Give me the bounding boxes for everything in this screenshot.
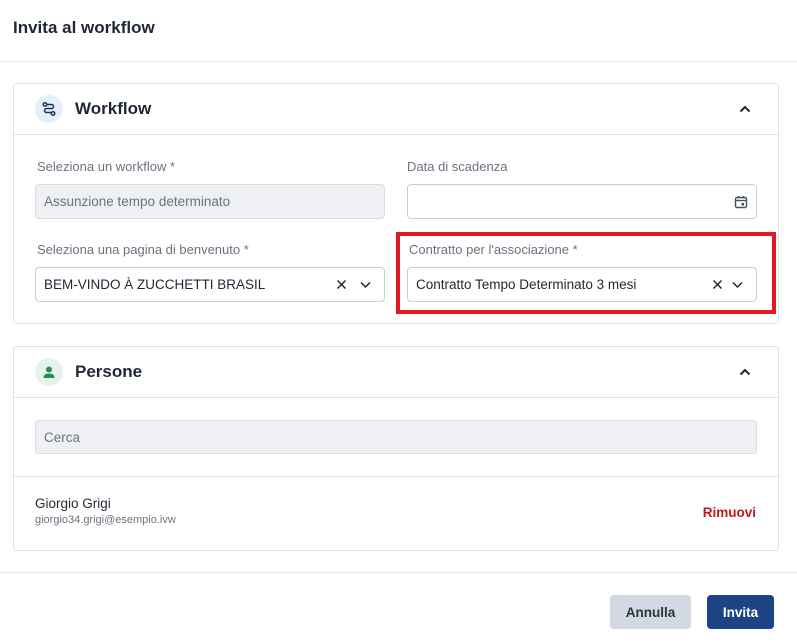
select-workflow-value: Assunzione tempo determinato <box>44 194 231 209</box>
welcome-page-value: BEM-VINDO À ZUCCHETTI BRASIL <box>44 277 266 292</box>
collapse-workflow-icon[interactable] <box>738 102 752 116</box>
invite-button[interactable]: Invita <box>707 595 774 629</box>
cancel-button[interactable]: Annulla <box>610 595 691 629</box>
header-divider <box>0 61 797 62</box>
workflow-section-title: Workflow <box>75 99 152 118</box>
people-section-title: Persone <box>75 362 143 381</box>
workflow-card-header[interactable]: Workflow <box>14 84 778 135</box>
remove-person-button[interactable]: Rimuovi <box>703 505 756 520</box>
chevron-down-icon[interactable] <box>359 278 372 291</box>
contract-highlight-box <box>396 232 776 314</box>
person-name: Giorgio Grigi <box>35 496 111 511</box>
dialog-title: Invita al workflow <box>13 18 155 37</box>
select-workflow-field: Assunzione tempo determinato <box>35 184 385 219</box>
people-list-divider <box>14 476 778 477</box>
welcome-page-label: Seleziona una pagina di benvenuto * <box>37 242 249 257</box>
search-placeholder: Cerca <box>44 429 81 445</box>
person-icon <box>35 358 63 386</box>
clear-welcome-page-icon[interactable] <box>335 278 348 291</box>
expiry-date-label: Data di scadenza <box>407 159 508 174</box>
footer-divider <box>0 572 797 573</box>
collapse-people-icon[interactable] <box>738 365 752 379</box>
welcome-page-select[interactable]: BEM-VINDO À ZUCCHETTI BRASIL <box>35 267 385 302</box>
calendar-icon[interactable] <box>734 195 748 209</box>
people-search-input[interactable]: Cerca <box>35 420 757 454</box>
select-workflow-label: Seleziona un workflow * <box>37 159 176 174</box>
person-email: giorgio34.grigi@esempio.ivw <box>35 514 176 526</box>
people-card-header[interactable]: Persone <box>14 347 778 398</box>
expiry-date-field[interactable] <box>407 184 757 219</box>
workflow-icon <box>35 95 63 123</box>
